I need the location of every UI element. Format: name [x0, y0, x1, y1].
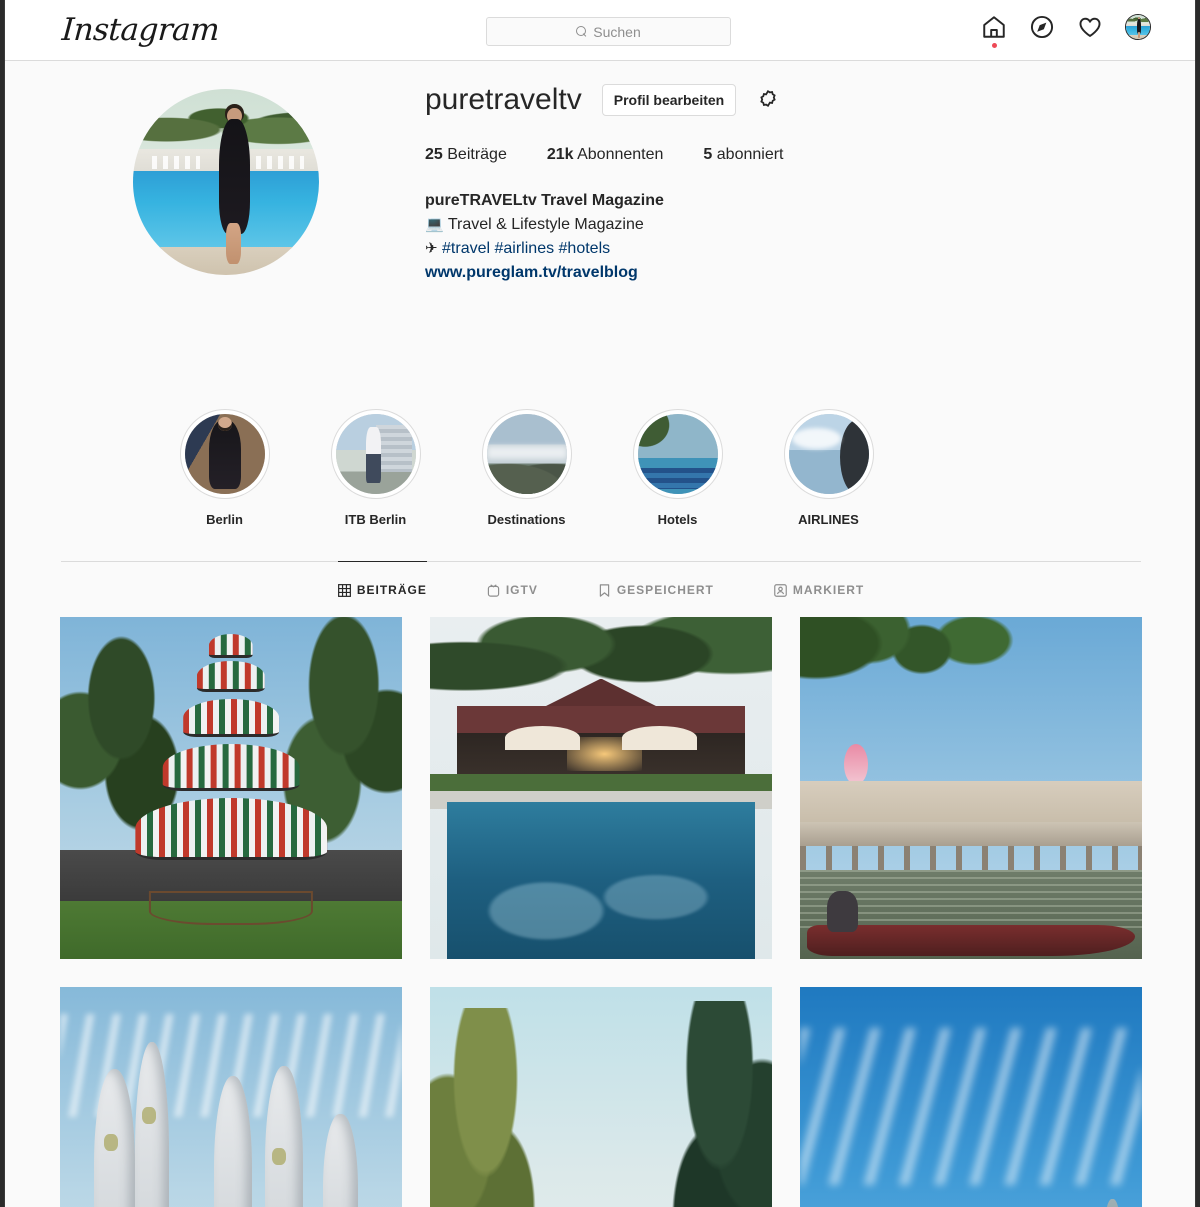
igtv-icon	[487, 583, 500, 597]
tab-label: MARKIERT	[792, 583, 865, 597]
post-thumbnail-6[interactable]	[800, 987, 1142, 1207]
profile-avatar[interactable]	[133, 89, 319, 275]
highlight-ring	[783, 409, 874, 499]
top-navigation-bar: Instagram Suchen	[5, 0, 1195, 61]
post-thumbnail-3[interactable]	[800, 617, 1142, 959]
highlight-ring	[330, 409, 421, 499]
nav-avatar[interactable]	[1125, 14, 1151, 40]
browser-window: Instagram Suchen puretraveltv Profil bea…	[4, 0, 1196, 1207]
profile-bio: pureTRAVELtv Travel Magazine 💻 Travel & …	[425, 189, 1065, 285]
profile-header: puretraveltv Profil bearbeiten 25 Beiträ…	[61, 61, 1141, 339]
tab-beitraege[interactable]: BEITRÄGE	[337, 561, 427, 617]
profile-stats: 25 Beiträge 21k Abonnenten 5 abonniert	[425, 146, 1065, 164]
search-icon	[576, 26, 587, 37]
highlight-cover	[335, 414, 416, 494]
profile-content: puretraveltv Profil bearbeiten 25 Beiträ…	[60, 61, 1142, 1207]
search-placeholder: Suchen	[593, 23, 641, 40]
stat-posts[interactable]: 25 Beiträge	[425, 146, 507, 164]
highlight-label: ITB Berlin	[344, 512, 407, 527]
tab-igtv[interactable]: IGTV	[487, 561, 538, 617]
page-title: puretraveltv	[425, 83, 582, 116]
stat-following[interactable]: 5 abonniert	[703, 146, 783, 164]
highlight-hotels[interactable]: Hotels	[602, 409, 753, 527]
nav-icon-group	[981, 14, 1151, 48]
tab-markiert[interactable]: MARKIERT	[774, 561, 864, 617]
home-icon[interactable]	[981, 14, 1007, 48]
compass-icon[interactable]	[1029, 14, 1055, 40]
profile-info: puretraveltv Profil bearbeiten 25 Beiträ…	[425, 83, 1065, 285]
highlight-cover	[184, 414, 265, 494]
airplane-icon: ✈	[425, 240, 438, 257]
highlight-itb-berlin[interactable]: ITB Berlin	[300, 409, 451, 527]
post-thumbnail-1[interactable]	[60, 617, 402, 959]
profile-tabs: BEITRÄGE IGTV GESPEICHERT MARKIERT	[61, 561, 1141, 617]
tab-label: BEITRÄGE	[356, 583, 427, 597]
username-row: puretraveltv Profil bearbeiten	[425, 83, 1065, 117]
bio-website-link[interactable]: www.pureglam.tv/travelblog	[425, 261, 1065, 285]
highlight-ring	[179, 409, 270, 499]
highlight-destinations[interactable]: Destinations	[451, 409, 602, 527]
profile-page: puretraveltv Profil bearbeiten 25 Beiträ…	[5, 61, 1195, 1207]
gear-icon[interactable]	[756, 88, 780, 112]
grid-icon	[337, 583, 351, 597]
stat-followers[interactable]: 21k Abonnenten	[547, 146, 664, 164]
tab-gespeichert[interactable]: GESPEICHERT	[598, 561, 714, 617]
instagram-logo[interactable]: Instagram	[61, 12, 221, 48]
post-thumbnail-2[interactable]	[430, 617, 772, 959]
highlight-ring	[481, 409, 572, 499]
search-input[interactable]: Suchen	[486, 17, 731, 46]
highlight-cover	[637, 414, 718, 494]
notification-dot	[992, 43, 997, 48]
highlight-label: AIRLINES	[798, 512, 859, 527]
highlight-label: Hotels	[657, 512, 698, 527]
heart-icon[interactable]	[1077, 14, 1103, 40]
highlight-label: Destinations	[487, 512, 566, 527]
posts-grid	[60, 617, 1142, 1207]
story-highlights: Berlin ITB Berlin Destinations Hotels AI…	[61, 339, 1141, 561]
post-thumbnail-4[interactable]	[60, 987, 402, 1207]
profile-tabs-container: BEITRÄGE IGTV GESPEICHERT MARKIERT	[61, 561, 1141, 617]
tab-label: IGTV	[505, 583, 538, 597]
post-thumbnail-5[interactable]	[430, 987, 772, 1207]
laptop-icon: 💻	[425, 216, 444, 233]
bookmark-icon	[598, 583, 611, 597]
tab-label: GESPEICHERT	[616, 583, 714, 597]
bio-display-name: pureTRAVELtv Travel Magazine	[425, 192, 664, 209]
edit-profile-button[interactable]: Profil bearbeiten	[601, 84, 737, 116]
highlight-ring	[632, 409, 723, 499]
bio-hashtags[interactable]: #travel #airlines #hotels	[442, 240, 610, 257]
bio-line-2: 💻 Travel & Lifestyle Magazine	[425, 213, 1065, 237]
highlight-airlines[interactable]: AIRLINES	[753, 409, 904, 527]
highlight-label: Berlin	[206, 512, 243, 527]
bio-line-3: ✈ #travel #airlines #hotels	[425, 237, 1065, 261]
highlight-cover	[486, 414, 567, 494]
tagged-person-icon	[774, 583, 787, 597]
bio-line-2-text: Travel & Lifestyle Magazine	[447, 216, 644, 233]
highlight-berlin[interactable]: Berlin	[149, 409, 300, 527]
highlight-cover	[788, 414, 869, 494]
